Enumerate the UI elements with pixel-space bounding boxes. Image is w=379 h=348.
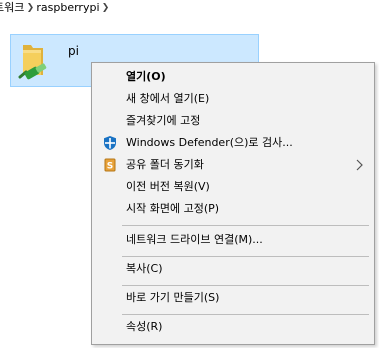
menu-item-pin-to-start[interactable]: 시작 화면에 고정(P) <box>92 198 374 220</box>
menu-item-label: 즐겨찾기에 고정 <box>126 114 201 127</box>
menu-item-defender-scan[interactable]: Windows Defender(으)로 검사... <box>92 132 374 154</box>
menu-separator <box>122 225 369 226</box>
breadcrumb-item-network[interactable]: 트워크 <box>0 0 24 16</box>
chevron-right-icon[interactable]: ❯ <box>100 0 112 16</box>
network-folder-icon <box>18 45 47 80</box>
menu-item-label: 시작 화면에 고정(P) <box>126 202 220 215</box>
menu-separator <box>122 314 369 315</box>
menu-item-sync-shared-folder[interactable]: S 공유 폴더 동기화 <box>92 154 374 176</box>
menu-separator <box>122 256 369 257</box>
menu-item-label: 새 창에서 열기(E) <box>126 92 210 105</box>
chevron-right-icon[interactable]: ❯ <box>24 0 36 16</box>
windows-defender-icon <box>104 136 116 150</box>
menu-item-copy[interactable]: 복사(C) <box>92 258 374 280</box>
menu-item-restore-previous-versions[interactable]: 이전 버전 복원(V) <box>92 176 374 198</box>
chevron-right-icon <box>356 159 363 171</box>
menu-item-label: 복사(C) <box>126 262 163 275</box>
menu-separator <box>122 285 369 286</box>
menu-item-pin-quick-access[interactable]: 즐겨찾기에 고정 <box>92 110 374 132</box>
menu-item-create-shortcut[interactable]: 바로 가기 만들기(S) <box>92 287 374 309</box>
menu-item-label: 이전 버전 복원(V) <box>126 180 210 193</box>
svg-text:S: S <box>107 162 113 172</box>
menu-item-map-network-drive[interactable]: 네트워크 드라이브 연결(M)... <box>92 229 374 251</box>
menu-item-label: 공유 폴더 동기화 <box>126 158 204 171</box>
menu-item-properties[interactable]: 속성(R) <box>92 316 374 338</box>
menu-item-label: 네트워크 드라이브 연결(M)... <box>126 233 263 246</box>
context-menu: 열기(O) 새 창에서 열기(E) 즐겨찾기에 고정 Windows Defen… <box>91 62 375 345</box>
breadcrumb-item-raspberrypi[interactable]: raspberrypi <box>36 0 99 16</box>
sync-folder-icon: S <box>104 158 116 172</box>
breadcrumb: 트워크 ❯ raspberrypi ❯ <box>0 0 379 16</box>
menu-item-label: 속성(R) <box>126 320 163 333</box>
folder-name: pi <box>68 44 79 58</box>
menu-item-label: Windows Defender(으)로 검사... <box>126 136 293 149</box>
menu-item-open-new-window[interactable]: 새 창에서 열기(E) <box>92 88 374 110</box>
menu-item-label: 열기(O) <box>126 70 166 83</box>
menu-item-open[interactable]: 열기(O) <box>92 66 374 88</box>
menu-item-label: 바로 가기 만들기(S) <box>126 291 220 304</box>
